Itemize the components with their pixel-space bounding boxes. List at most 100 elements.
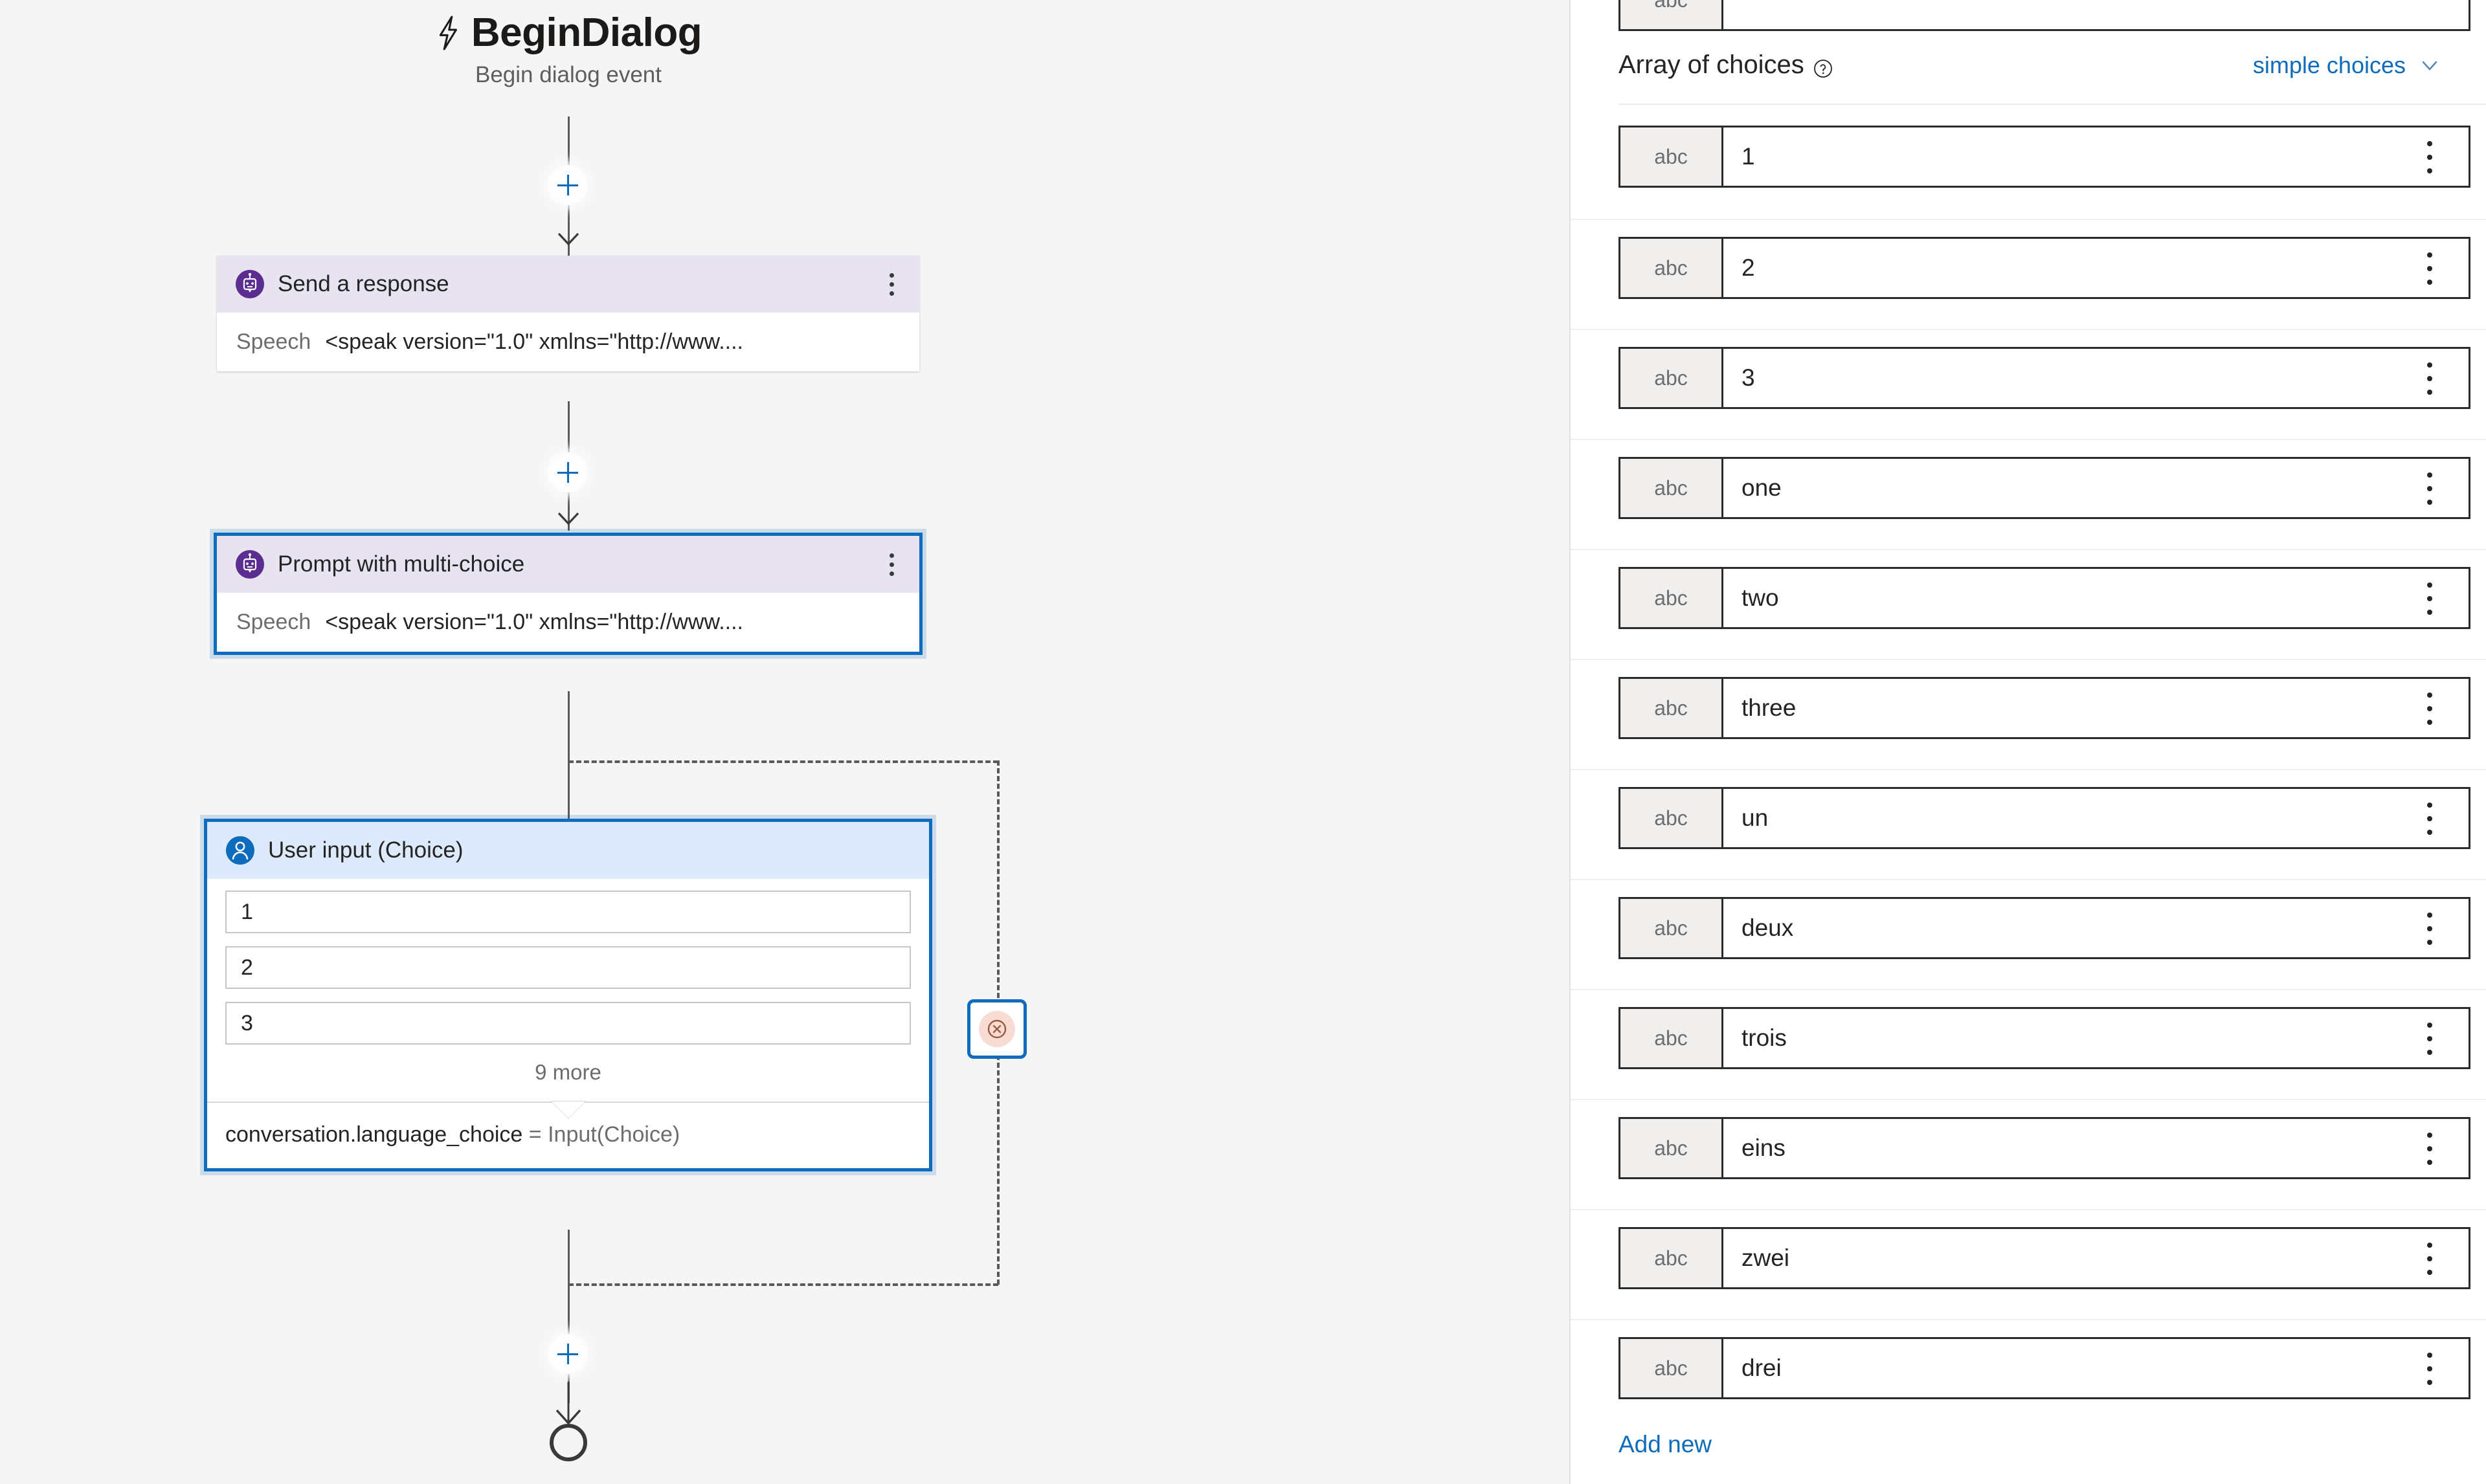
node-body-label: Speech: [236, 610, 311, 634]
choice-row-cutoff[interactable]: abc: [1618, 0, 2470, 31]
more-vertical-icon[interactable]: [2420, 252, 2439, 285]
choice-type-badge[interactable]: abc: [1618, 677, 1723, 739]
add-step-button-1[interactable]: [548, 165, 588, 205]
choice-fields: abc three: [1618, 677, 2470, 739]
node-header: Send a response: [217, 256, 919, 313]
choice-row[interactable]: abc zwei: [1571, 1209, 2486, 1319]
choice-type-badge[interactable]: abc: [1618, 237, 1723, 299]
help-circle-icon[interactable]: [1813, 56, 1833, 78]
action-node-send-response[interactable]: Send a response Speech <speak version="1…: [217, 256, 919, 371]
connector-line-4: [568, 1230, 570, 1403]
node-menu-icon[interactable]: [880, 549, 902, 579]
add-step-button-2[interactable]: [548, 452, 588, 493]
choice-value-input[interactable]: drei: [1723, 1337, 2470, 1399]
more-vertical-icon[interactable]: [2420, 803, 2439, 835]
more-vertical-icon[interactable]: [2420, 1243, 2439, 1275]
node-body-label: Speech: [236, 329, 311, 354]
node-menu-icon[interactable]: [880, 269, 902, 299]
more-vertical-icon[interactable]: [2420, 472, 2439, 505]
more-vertical-icon[interactable]: [2420, 692, 2439, 725]
choice-value-input[interactable]: 2: [1723, 237, 2470, 299]
more-vertical-icon[interactable]: [2420, 141, 2439, 173]
choice-type-badge[interactable]: abc: [1618, 787, 1723, 849]
node-body-value: <speak version="1.0" xmlns="http://www..…: [325, 329, 743, 354]
choices-list: abc 1 abc 2 abc 3 abc one abc two abc th…: [1571, 109, 2486, 1429]
choice-value-input[interactable]: zwei: [1723, 1227, 2470, 1289]
dialog-canvas[interactable]: BeginDialog Begin dialog event Send a re…: [0, 0, 1569, 1484]
choice-fields: abc 2: [1618, 237, 2470, 299]
choice-type-badge[interactable]: abc: [1618, 567, 1723, 629]
choice-row[interactable]: abc three: [1571, 659, 2486, 769]
choice-type-badge[interactable]: abc: [1618, 1337, 1723, 1399]
more-vertical-icon[interactable]: [2420, 913, 2439, 945]
choice-value-input[interactable]: 1: [1723, 126, 2470, 188]
connector-arrow-2: [557, 511, 580, 526]
more-vertical-icon[interactable]: [2420, 1133, 2439, 1165]
error-node[interactable]: [967, 999, 1027, 1059]
choice-fields: abc drei: [1618, 1337, 2470, 1399]
node-title: Send a response: [278, 271, 449, 296]
choices-mode-selector[interactable]: simple choices: [2253, 52, 2441, 79]
choice-type-badge[interactable]: abc: [1618, 0, 1723, 31]
action-node-prompt-multichoice[interactable]: Prompt with multi-choice Speech <speak v…: [214, 533, 923, 655]
choice-fields: abc un: [1618, 787, 2470, 849]
choice-row[interactable]: abc deux: [1571, 879, 2486, 989]
choice-fields: abc 3: [1618, 347, 2470, 409]
trigger-title: BeginDialog: [471, 10, 702, 55]
choice-fields: abc trois: [1618, 1007, 2470, 1069]
choice-row[interactable]: abc 2: [1571, 219, 2486, 329]
error-circle-icon: [979, 1011, 1015, 1047]
trigger-subtitle: Begin dialog event: [475, 61, 662, 87]
choice-type-badge[interactable]: abc: [1618, 1117, 1723, 1179]
trigger-node[interactable]: BeginDialog Begin dialog event: [0, 12, 1137, 88]
choice-value-input[interactable]: [1723, 0, 2470, 31]
assignment-variable: conversation.language_choice: [225, 1122, 523, 1147]
retry-loop-bottom: [568, 1283, 998, 1286]
chevron-down-icon: [2419, 54, 2441, 76]
add-new-choice-button[interactable]: Add new: [1618, 1431, 1712, 1458]
choice-type-badge[interactable]: abc: [1618, 126, 1723, 188]
choice-value-input[interactable]: 3: [1723, 347, 2470, 409]
choice-value-input[interactable]: one: [1723, 457, 2470, 519]
choice-preview-item[interactable]: 2: [225, 946, 911, 989]
choice-value-input[interactable]: deux: [1723, 897, 2470, 959]
add-step-button-3[interactable]: [548, 1334, 588, 1374]
choice-row[interactable]: abc 1: [1571, 109, 2486, 219]
more-vertical-icon[interactable]: [2420, 1023, 2439, 1055]
action-node-user-input-choice[interactable]: User input (Choice) 1 2 3 9 more convers…: [204, 819, 932, 1171]
bot-icon: [235, 549, 265, 579]
choice-fields: abc deux: [1618, 897, 2470, 959]
choice-value-input[interactable]: two: [1723, 567, 2470, 629]
choice-preview-item[interactable]: 1: [225, 891, 911, 933]
choice-row[interactable]: abc un: [1571, 769, 2486, 879]
choice-type-badge[interactable]: abc: [1618, 1227, 1723, 1289]
retry-loop-top: [568, 760, 998, 763]
choice-type-badge[interactable]: abc: [1618, 1007, 1723, 1069]
more-vertical-icon[interactable]: [2420, 362, 2439, 395]
choice-preview-item[interactable]: 3: [225, 1002, 911, 1045]
choice-row[interactable]: abc trois: [1571, 989, 2486, 1099]
node-title: User input (Choice): [268, 837, 464, 863]
node-title: Prompt with multi-choice: [278, 551, 525, 577]
choice-row[interactable]: abc eins: [1571, 1099, 2486, 1209]
choice-value-input[interactable]: three: [1723, 677, 2470, 739]
choice-type-badge[interactable]: abc: [1618, 457, 1723, 519]
choice-row[interactable]: abc one: [1571, 439, 2486, 549]
more-vertical-icon[interactable]: [2420, 1353, 2439, 1385]
choice-fields: abc two: [1618, 567, 2470, 629]
bot-icon: [235, 269, 265, 299]
more-vertical-icon[interactable]: [2420, 582, 2439, 615]
choice-row[interactable]: abc two: [1571, 549, 2486, 659]
end-node: [535, 1382, 602, 1482]
choice-fields: abc one: [1618, 457, 2470, 519]
choice-row[interactable]: abc drei: [1571, 1319, 2486, 1429]
choice-value-input[interactable]: eins: [1723, 1117, 2470, 1179]
choice-value-input[interactable]: un: [1723, 787, 2470, 849]
app-root: BeginDialog Begin dialog event Send a re…: [0, 0, 2486, 1484]
choice-more-label[interactable]: 9 more: [207, 1058, 929, 1102]
choice-type-badge[interactable]: abc: [1618, 347, 1723, 409]
choice-type-badge[interactable]: abc: [1618, 897, 1723, 959]
choice-value-input[interactable]: trois: [1723, 1007, 2470, 1069]
user-input-choice-list: 1 2 3: [207, 879, 929, 1045]
choice-row[interactable]: abc 3: [1571, 329, 2486, 439]
